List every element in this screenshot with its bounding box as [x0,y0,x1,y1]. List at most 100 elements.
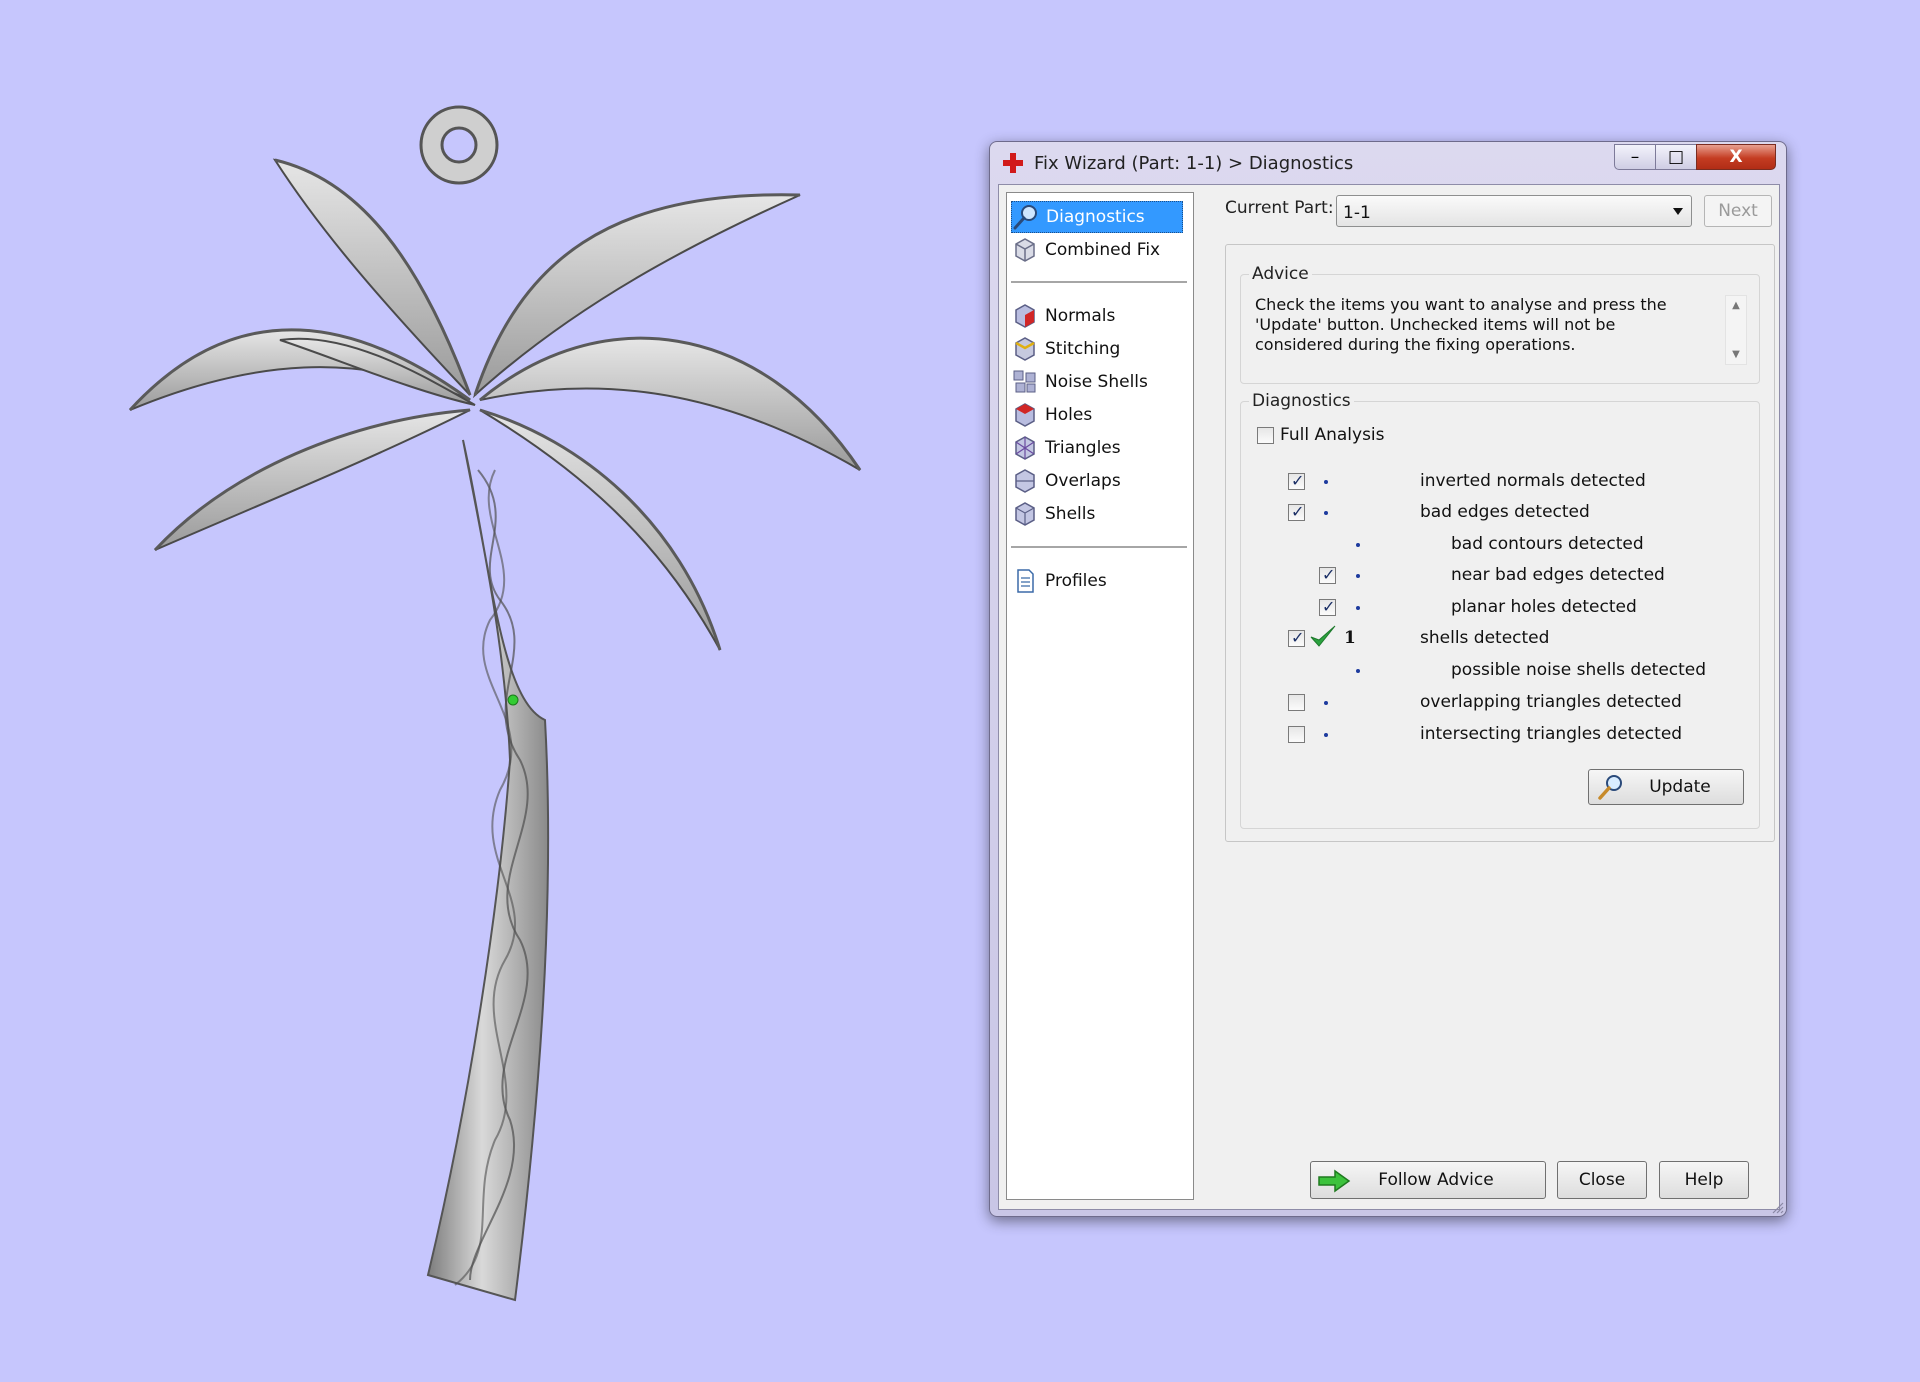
sidebar-item-stitching[interactable]: Stitching [1011,333,1183,365]
sidebar-item-noise-shells[interactable]: Noise Shells [1011,366,1183,398]
bad-edges-checkbox[interactable]: ✓ [1288,502,1305,521]
holes-cube-icon [1015,403,1035,427]
current-part-select[interactable]: 1-1 [1336,195,1692,227]
follow-advice-button[interactable]: Follow Advice [1310,1161,1546,1199]
dialog-client: Diagnostics Combined Fix Normals Stitchi… [998,184,1780,1210]
diagnostic-row-label: possible noise shells detected [1451,660,1707,680]
scroll-up-icon: ▲ [1732,300,1740,311]
diagnostic-row-label: bad contours detected [1451,534,1644,554]
update-button[interactable]: Update [1588,769,1744,805]
next-button-label: Next [1718,201,1758,221]
status-bullet [1356,669,1360,673]
status-bullet [1356,606,1360,610]
close-window-button[interactable]: X [1696,144,1776,170]
maximize-icon: □ [1667,147,1685,167]
sidebar-item-label: Stitching [1045,339,1121,359]
diagnostic-row-label: planar holes detected [1451,597,1637,617]
noise-shells-icon [1013,370,1036,393]
diagnostic-row-label: inverted normals detected [1420,471,1646,491]
current-part-value: 1-1 [1343,203,1371,223]
next-button[interactable]: Next [1704,195,1772,227]
close-icon: X [1729,147,1743,167]
checkmark-icon: ✓ [1322,597,1336,616]
sidebar-item-label: Profiles [1045,571,1107,591]
sidebar-item-diagnostics[interactable]: Diagnostics [1011,201,1183,233]
status-bullet [1324,701,1328,705]
diagnostic-row-label: intersecting triangles detected [1420,724,1683,744]
intersecting-triangles-checkbox[interactable] [1288,726,1305,743]
window-title: Fix Wizard (Part: 1-1) > Diagnostics [1034,153,1354,174]
status-bullet [1356,543,1360,547]
close-button-label: Close [1578,1170,1626,1190]
full-analysis-checkbox[interactable] [1257,427,1274,444]
sidebar-item-label: Normals [1045,306,1116,326]
diagnostics-group: Diagnostics Full Analysis ✓ inverted nor… [1240,391,1760,829]
sidebar-divider [1011,546,1187,548]
chevron-down-icon [1673,208,1683,215]
shells-cube-icon [1015,502,1035,526]
sidebar-divider [1011,281,1187,283]
sidebar-item-combined-fix[interactable]: Combined Fix [1011,234,1183,266]
sidebar-item-label: Holes [1045,405,1093,425]
resize-grip-icon[interactable] [1770,1200,1784,1214]
sidebar-item-triangles[interactable]: Triangles [1011,432,1183,464]
overlapping-triangles-checkbox[interactable] [1288,694,1305,711]
sidebar-item-normals[interactable]: Normals [1011,300,1183,332]
minimize-icon: – [1630,147,1640,167]
sidebar-item-shells[interactable]: Shells [1011,498,1183,530]
sidebar-item-overlaps[interactable]: Overlaps [1011,465,1183,497]
diagnostic-row-label: bad edges detected [1420,502,1590,522]
status-bullet [1356,574,1360,578]
help-button-label: Help [1684,1170,1724,1190]
shells-checkbox[interactable]: ✓ [1288,628,1305,647]
triangles-cube-icon [1015,436,1035,460]
status-bullet [1324,511,1328,515]
3d-viewport[interactable] [0,0,960,1382]
sidebar-item-label: Diagnostics [1046,207,1145,227]
wizard-sidebar: Diagnostics Combined Fix Normals Stitchi… [1006,192,1194,1200]
minimize-button[interactable]: – [1614,144,1656,170]
sidebar-item-profiles[interactable]: Profiles [1011,565,1183,597]
palm-trunk [426,439,550,1302]
inverted-normals-checkbox[interactable]: ✓ [1288,471,1305,490]
title-bar[interactable]: Fix Wizard (Part: 1-1) > Diagnostics – □… [990,142,1786,184]
full-analysis-label: Full Analysis [1280,425,1385,445]
scroll-down-icon: ▼ [1732,349,1740,360]
diagnostic-row-label: near bad edges detected [1451,565,1665,585]
advice-scrollbar[interactable]: ▲ ▼ [1725,295,1747,365]
shells-count: 1 [1344,628,1356,648]
magnifier-icon [1013,205,1037,230]
help-button[interactable]: Help [1659,1161,1749,1199]
magnifier-icon [1598,775,1622,800]
advice-group: Advice Check the items you want to analy… [1240,264,1760,384]
sidebar-item-label: Overlaps [1045,471,1121,491]
diagnostic-row-label: shells detected [1420,628,1550,648]
status-bullet [1324,733,1328,737]
advice-text: Check the items you want to analyse and … [1255,295,1667,354]
sidebar-item-label: Noise Shells [1045,372,1148,392]
planar-holes-checkbox[interactable]: ✓ [1319,597,1336,616]
stitching-cube-icon [1015,337,1035,361]
update-button-label: Update [1649,777,1711,797]
overlaps-cube-icon [1015,469,1035,493]
checkmark-icon: ✓ [1322,565,1336,584]
green-arrow-icon [1318,1169,1351,1193]
sidebar-item-label: Combined Fix [1045,240,1161,260]
diagnostic-row-label: overlapping triangles detected [1420,692,1682,712]
red-cross-icon [1003,153,1023,173]
checkmark-icon: ✓ [1291,502,1305,521]
checkmark-icon: ✓ [1291,471,1305,490]
cube-icon [1015,238,1035,262]
close-button[interactable]: Close [1557,1161,1647,1199]
near-bad-edges-checkbox[interactable]: ✓ [1319,565,1336,584]
normals-cube-icon [1015,304,1035,328]
ok-checkmark-icon [1310,625,1336,647]
status-bullet [1324,480,1328,484]
sidebar-item-label: Shells [1045,504,1096,524]
sidebar-item-holes[interactable]: Holes [1011,399,1183,431]
sidebar-item-label: Triangles [1045,438,1121,458]
diagnostics-page: Advice Check the items you want to analy… [1225,244,1775,842]
current-part-label: Current Part: [1225,198,1334,218]
fix-wizard-window: Fix Wizard (Part: 1-1) > Diagnostics – □… [989,141,1787,1217]
maximize-button[interactable]: □ [1655,144,1697,170]
